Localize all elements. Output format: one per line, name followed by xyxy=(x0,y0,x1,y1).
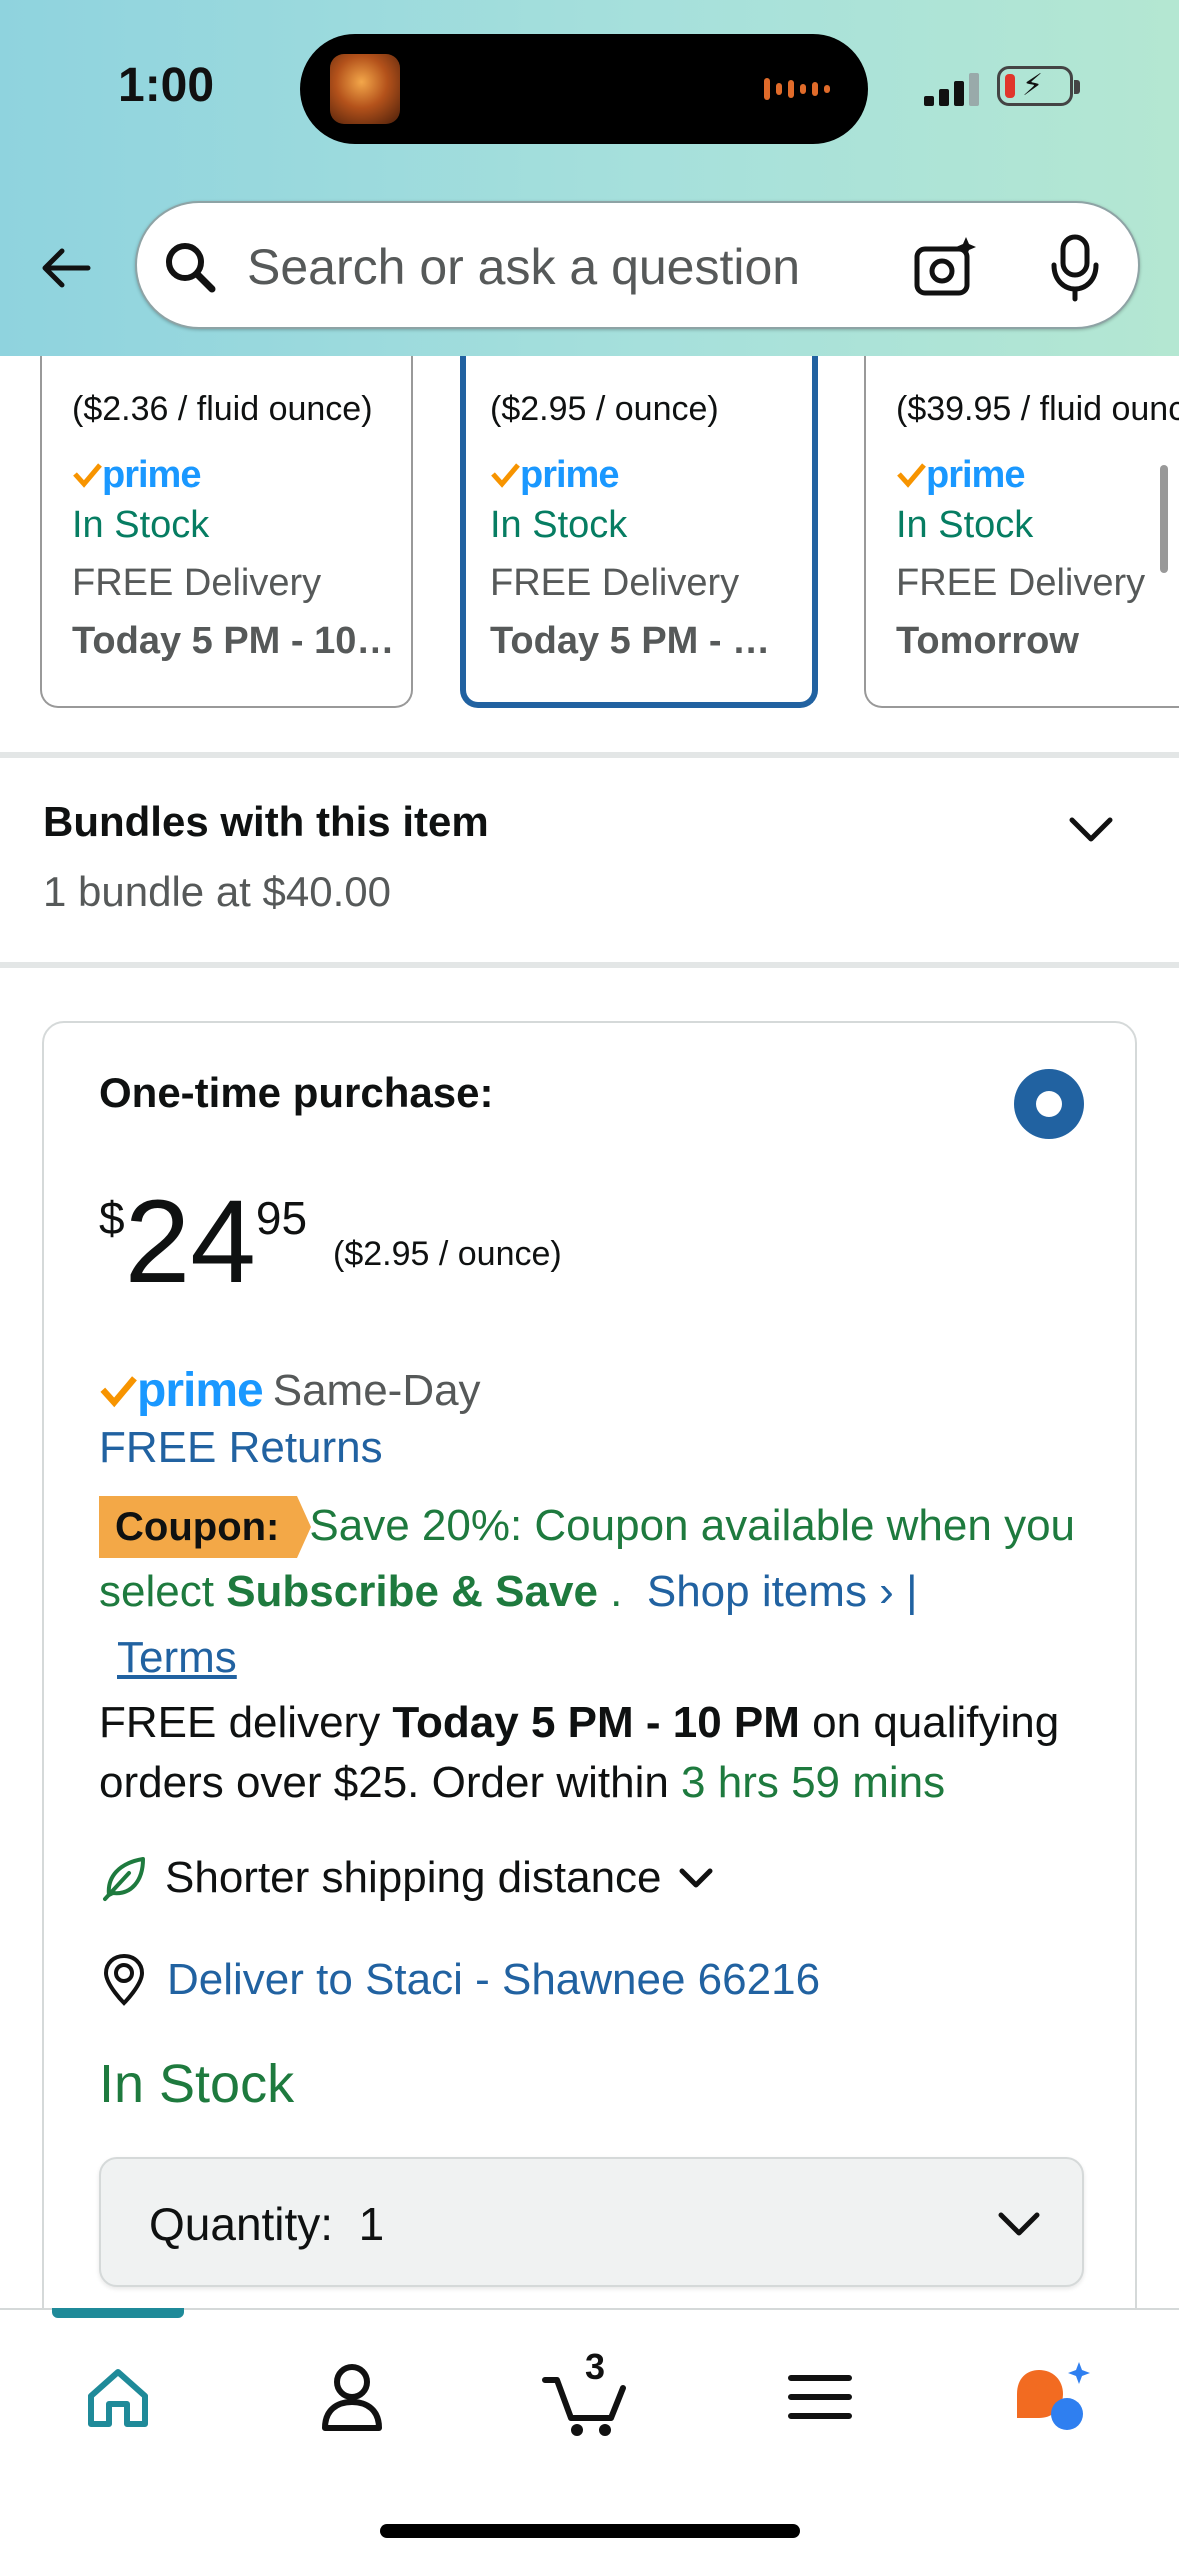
stock-status: In Stock xyxy=(99,2054,295,2114)
tab-account[interactable] xyxy=(307,2352,397,2442)
variant-delivery: FREE Delivery xyxy=(490,562,740,604)
cart-count-badge: 3 xyxy=(585,2346,606,2387)
delivery-info: FREE delivery Today 5 PM - 10 PM on qual… xyxy=(99,1693,1129,1813)
tab-menu[interactable] xyxy=(775,2352,865,2442)
status-time: 1:00 xyxy=(118,59,215,112)
coupon-section: Coupon: Save 20%: Coupon available when y… xyxy=(99,1493,1109,1691)
variant-delivery: FREE Delivery xyxy=(72,562,322,604)
price-whole: 24 xyxy=(124,1176,256,1308)
active-tab-indicator xyxy=(52,2308,184,2318)
deliver-to-link[interactable]: Deliver to Staci - Shawnee 66216 xyxy=(99,1953,820,2007)
bundles-subtitle: 1 bundle at $40.00 xyxy=(43,868,391,915)
location-pin-icon xyxy=(103,1953,145,2006)
variant-delivery-time: Today 5 PM - 10 PM xyxy=(72,620,402,662)
tab-rufus-assistant[interactable] xyxy=(1009,2352,1099,2442)
prime-logo: prime xyxy=(137,1364,264,1417)
coupon-period: . xyxy=(610,1567,623,1616)
prime-check-icon xyxy=(897,463,926,488)
variant-card-selected[interactable]: ($2.95 / ounce) prime In Stock FREE Deli… xyxy=(460,300,818,708)
free-returns-link[interactable]: FREE Returns xyxy=(99,1423,383,1473)
chevron-down-icon xyxy=(998,2212,1040,2236)
search-input[interactable] xyxy=(247,227,947,307)
microphone-icon[interactable] xyxy=(1047,233,1103,303)
same-day-label: Same-Day xyxy=(272,1365,481,1415)
bottom-tab-bar: 3 xyxy=(0,2308,1179,2556)
quantity-value: 1 xyxy=(358,2198,385,2250)
dynamic-island xyxy=(300,34,868,144)
variant-delivery: FREE Delivery xyxy=(896,562,1146,604)
purchase-option-title: One-time purchase: xyxy=(99,1069,494,1116)
quantity-label: Quantity: 1 xyxy=(149,2198,385,2250)
variant-unit-price: ($2.95 / ounce) xyxy=(490,390,719,428)
prime-badge: prime xyxy=(490,446,812,504)
quantity-select[interactable]: Quantity: 1 xyxy=(99,2157,1084,2287)
variant-unit-price: ($39.95 / fluid ounce) xyxy=(896,390,1179,428)
variant-stock: In Stock xyxy=(490,504,628,546)
terms-link[interactable]: Terms xyxy=(117,1633,237,1682)
order-countdown: 3 hrs 59 mins xyxy=(681,1758,946,1807)
tab-home[interactable] xyxy=(73,2352,163,2442)
chevron-down-icon[interactable] xyxy=(1066,810,1116,850)
price-fraction: 95 xyxy=(255,1192,308,1244)
home-icon xyxy=(88,2369,148,2427)
variant-card[interactable]: ($39.95 / fluid ounce) prime In Stock FR… xyxy=(864,300,1179,708)
price: $ 24 95 ($2.95 / ounce) xyxy=(99,1183,562,1301)
variant-unit-price: ($2.36 / fluid ounce) xyxy=(72,390,373,428)
home-indicator xyxy=(380,2524,800,2538)
deliver-to-label: Deliver to Staci - Shawnee 66216 xyxy=(167,1955,821,2004)
search-icon xyxy=(166,243,216,293)
assistant-icon xyxy=(1017,2362,1090,2430)
variant-stock: In Stock xyxy=(896,504,1034,546)
unit-price: ($2.95 / ounce) xyxy=(333,1235,562,1273)
chevron-down-icon xyxy=(679,1868,713,1888)
audio-wave-icon xyxy=(764,72,838,106)
prime-badge: prime xyxy=(896,446,1179,504)
delivery-prefix: FREE delivery xyxy=(99,1698,381,1747)
prime-same-day: prime Same-Day xyxy=(99,1363,481,1418)
battery-icon: ⚡ xyxy=(997,66,1080,106)
shipping-distance-label: Shorter shipping distance xyxy=(165,1853,662,1902)
variant-stock: In Stock xyxy=(72,504,210,546)
variant-delivery-time: Today 5 PM - 10 PM xyxy=(490,620,790,662)
shop-items-link[interactable]: Shop items › xyxy=(647,1567,894,1616)
purchase-radio-button[interactable] xyxy=(1014,1069,1084,1139)
shipping-distance-toggle[interactable]: Shorter shipping distance xyxy=(99,1853,716,1903)
prime-badge: prime xyxy=(72,446,411,504)
back-arrow-icon[interactable] xyxy=(36,238,96,298)
section-divider xyxy=(0,752,1179,758)
app-header: 1:00 ⚡ xyxy=(0,0,1179,356)
leaf-icon xyxy=(103,1857,145,1901)
section-divider xyxy=(0,962,1179,968)
delivery-window: Today 5 PM - 10 PM xyxy=(392,1698,800,1747)
person-icon xyxy=(322,2364,382,2431)
hamburger-menu-icon xyxy=(788,2375,852,2419)
bundles-title: Bundles with this item xyxy=(43,798,489,845)
prime-check-icon xyxy=(491,463,520,488)
subscribe-save-label: Subscribe & Save xyxy=(226,1567,598,1616)
tab-cart[interactable]: 3 xyxy=(541,2346,631,2442)
search-bar[interactable] xyxy=(135,201,1140,329)
now-playing-artwork xyxy=(330,54,400,124)
prime-check-icon xyxy=(73,463,102,488)
camera-search-icon[interactable] xyxy=(912,235,978,301)
cellular-signal-icon xyxy=(924,70,980,106)
coupon-badge: Coupon: xyxy=(99,1496,312,1558)
prime-check-icon xyxy=(100,1375,137,1407)
variant-delivery-time: Tomorrow xyxy=(896,620,1079,662)
link-separator: | xyxy=(906,1567,918,1616)
price-symbol: $ xyxy=(99,1192,125,1244)
variant-card[interactable]: ($2.36 / fluid ounce) prime In Stock FRE… xyxy=(40,300,413,708)
scrollbar[interactable] xyxy=(1160,465,1168,573)
